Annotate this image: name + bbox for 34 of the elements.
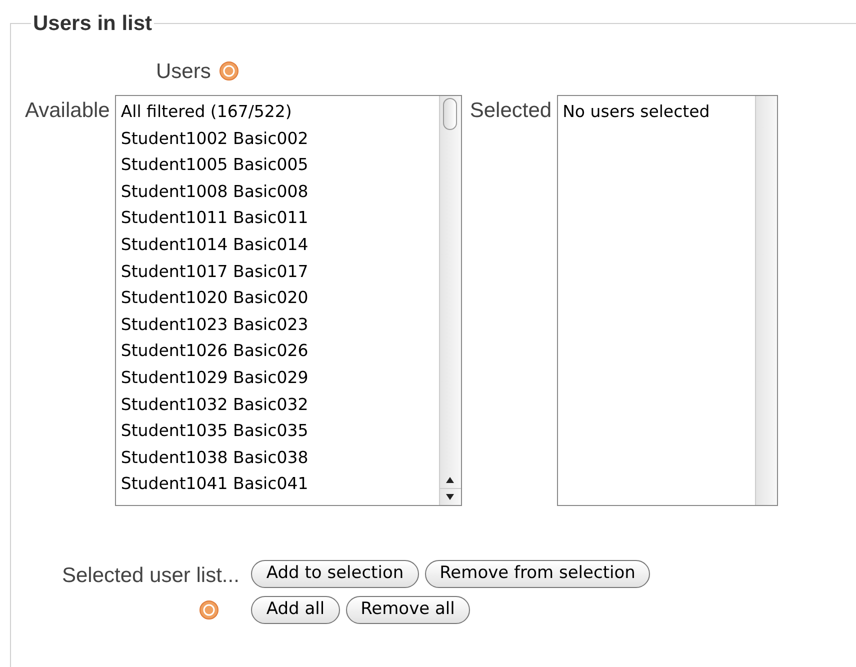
available-list[interactable] [114,95,462,506]
list-option[interactable]: Student1011 Basic011 [120,205,439,232]
list-option[interactable]: Student1029 Basic029 [120,364,439,392]
list-option[interactable]: No users selected [562,99,755,126]
section-legend: Users in list [31,8,154,40]
scroll-down-icon[interactable] [446,494,454,500]
list-option[interactable]: Student1035 Basic035 [120,418,439,445]
scrollbar-thumb[interactable] [443,98,458,130]
help-icon[interactable] [199,600,220,620]
list-option[interactable]: Student1005 Basic005 [120,152,439,179]
list-option[interactable]: Student1032 Basic032 [120,392,439,418]
list-option[interactable]: Student1020 Basic020 [120,285,439,312]
list-option[interactable]: All filtered (167/522) [120,99,439,126]
help-icon[interactable] [218,61,239,82]
action-button[interactable]: Remove all [346,596,470,624]
scrollbar[interactable] [438,96,461,505]
list-option[interactable]: Student1017 Basic017 [120,258,439,286]
action-button[interactable]: Add all [251,596,340,624]
available-label: Available [25,98,110,124]
actions-label: Selected user list... [62,563,240,589]
selected-label: Selected [470,98,552,124]
selected-list[interactable]: No users selected [556,95,778,506]
users-label: Users [156,58,211,84]
list-option[interactable]: Student1038 Basic038 [120,444,439,472]
action-button[interactable]: Remove from selection [424,560,650,588]
action-button[interactable]: Add to selection [251,560,419,588]
list-option[interactable]: Student1008 Basic008 [120,178,439,206]
scroll-up-icon[interactable] [446,477,454,483]
list-option[interactable]: Student1026 Basic026 [120,338,439,365]
scrollbar[interactable] [754,96,777,505]
list-option[interactable]: Student1014 Basic014 [120,232,439,259]
list-option[interactable]: Student1041 Basic041 [120,471,439,498]
list-option[interactable]: Student1002 Basic002 [120,126,439,152]
list-option[interactable]: Student1023 Basic023 [120,312,439,338]
